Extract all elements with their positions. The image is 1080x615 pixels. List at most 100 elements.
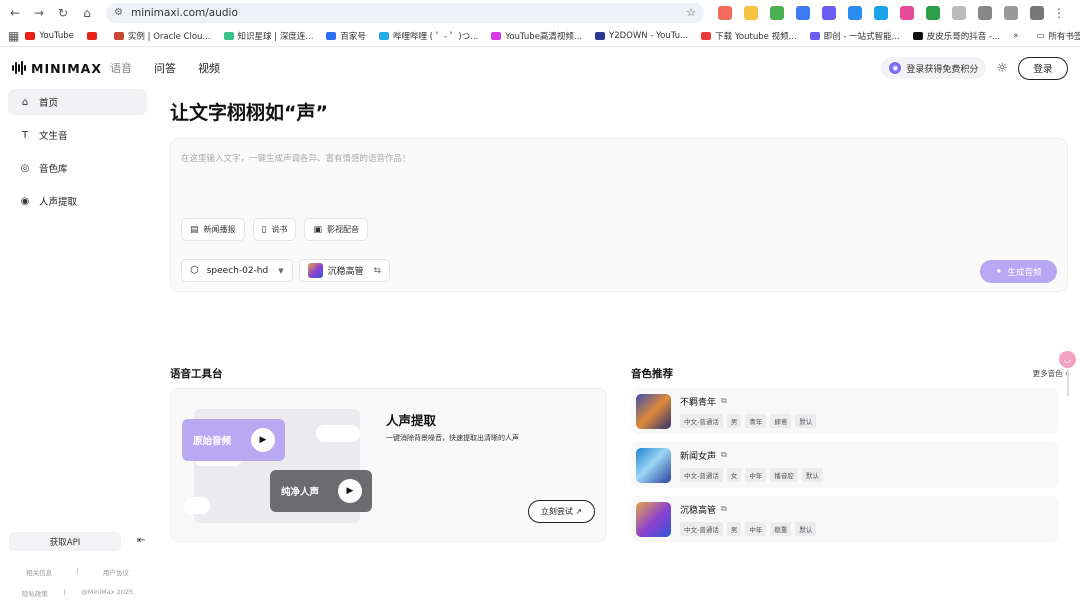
nav-video[interactable]: 视频	[198, 60, 220, 76]
pure-voice-card: 纯净人声 ▶	[270, 470, 372, 512]
voice-extraction-card[interactable]: 原始音频 ▶ 纯净人声 ▶ 人声提取 一键消除背景噪音，快速提取出清晰的人声 立…	[170, 388, 607, 542]
bookmark-item[interactable]: Y2DOWN - YouTu...	[595, 31, 688, 41]
preset-storytelling-button[interactable]: ▯ 说书	[252, 218, 297, 241]
bookmark-label: 实例 | Oracle Clou...	[127, 31, 211, 42]
sidebar-item-voice-extraction[interactable]: ◉ 人声提取	[8, 188, 147, 214]
preset-dubbing-button[interactable]: ▣ 影视配音	[304, 218, 368, 241]
bookmark-item[interactable]	[86, 31, 101, 40]
extension-icon[interactable]	[848, 5, 862, 20]
link-terms[interactable]: 用户协议	[103, 567, 129, 577]
top-nav: 语音 问答 视频	[110, 60, 220, 76]
voice-tag: 中文-普通话	[680, 413, 723, 428]
reload-icon[interactable]: ↻	[54, 4, 72, 22]
try-now-button[interactable]: 立刻尝试 ↗	[528, 500, 595, 523]
voice-tag: 稳重	[770, 521, 792, 536]
extension-icon[interactable]	[718, 5, 732, 20]
voice-card[interactable]: 不羁青年 ⧉ 中文-普通话 男 青年 肆意 默认	[631, 388, 1059, 434]
collapse-sidebar-icon[interactable]: ⇤	[137, 535, 145, 546]
scrollbar[interactable]	[1067, 370, 1069, 396]
text-editor[interactable]: 在这里输入文字，一键生成声调各异、富有情感的语音作品！ ▤ 新闻播报 ▯ 说书 …	[170, 138, 1068, 292]
extension-icon[interactable]	[900, 5, 914, 20]
bookmark-favicon-icon	[86, 31, 97, 40]
swap-icon: ⇆	[373, 265, 382, 276]
extension-icon[interactable]	[822, 5, 836, 20]
generate-audio-button[interactable]: ✦ 生成音频	[980, 260, 1057, 283]
sidebar-item-label: 人声提取	[39, 197, 78, 208]
voice-thumbnail	[636, 501, 671, 537]
back-icon[interactable]: ←	[6, 4, 24, 22]
voice-tag: 肆意	[770, 413, 792, 428]
bookmarks-overflow-icon[interactable]: »	[1013, 31, 1018, 41]
apps-grid-icon[interactable]: ▦	[8, 27, 19, 45]
link-info[interactable]: 相关信息	[26, 567, 52, 577]
voice-tags: 中文-普通话 女 中年 播音腔 默认	[680, 467, 823, 482]
extensions-puzzle-icon[interactable]	[978, 5, 992, 20]
more-voices-link[interactable]: 更多音色 ›	[1033, 368, 1068, 379]
extension-icon[interactable]	[874, 5, 888, 20]
play-icon[interactable]: ▶	[338, 479, 362, 503]
bookmark-item[interactable]: 百家号	[326, 30, 366, 42]
bookmark-favicon-icon	[378, 31, 389, 40]
forward-icon[interactable]: →	[30, 4, 48, 22]
minimax-logo[interactable]: MINIMAX	[12, 61, 102, 76]
preset-news-button[interactable]: ▤ 新闻播报	[181, 218, 245, 241]
sidebar-item-text-to-speech[interactable]: T 文生音	[8, 122, 147, 148]
voice-tag: 男	[726, 521, 742, 536]
bookmark-label: 下载 Youtube 视频...	[715, 31, 797, 42]
profile-avatar[interactable]	[1030, 5, 1044, 20]
menu-icon[interactable]: ⋮	[1050, 4, 1068, 22]
copy-icon[interactable]: ⧉	[721, 450, 727, 460]
bookmark-star-icon[interactable]: ☆	[686, 6, 696, 19]
voice-extraction-icon: ◉	[20, 195, 30, 207]
all-bookmarks[interactable]: 所有书签	[1048, 30, 1080, 42]
floating-assistant-icon[interactable]: ◡	[1059, 351, 1076, 368]
copy-icon[interactable]: ⧉	[721, 396, 727, 406]
bookmark-item[interactable]: 皮皮乐哥的抖音 -...	[912, 30, 1000, 42]
voice-card[interactable]: 沉稳高管 ⧉ 中文-普通话 男 中年 稳重 默认	[631, 496, 1059, 542]
model-select[interactable]: ⬡ speech-02-hd ▼	[181, 259, 293, 282]
reading-list-icon[interactable]	[1004, 5, 1018, 20]
voice-select[interactable]: 沉稳高管 ⇆	[298, 259, 391, 282]
copy-icon[interactable]: ⧉	[721, 504, 727, 514]
bookmark-item[interactable]: YouTube	[25, 31, 74, 41]
extension-icon[interactable]	[926, 5, 940, 20]
bookmark-label: 百家号	[340, 31, 366, 42]
extension-icon[interactable]	[770, 5, 784, 20]
bookmark-item[interactable]: 下载 Youtube 视频...	[701, 30, 797, 42]
folder-icon: ▭	[1036, 30, 1045, 41]
theme-toggle-icon[interactable]: ☼	[996, 61, 1008, 76]
link-privacy[interactable]: 隐私政策	[22, 588, 48, 598]
play-icon[interactable]: ▶	[251, 428, 275, 452]
bookmark-favicon-icon	[595, 31, 606, 40]
nav-qa[interactable]: 问答	[154, 60, 176, 76]
home-icon[interactable]: ⌂	[78, 4, 96, 22]
bookmark-item[interactable]: YouTube高清视频...	[491, 30, 582, 42]
sidebar-item-home[interactable]: ⌂ 首页	[8, 89, 147, 115]
bookmark-favicon-icon	[809, 31, 820, 40]
book-icon: ▯	[261, 224, 267, 235]
bookmark-item[interactable]: 实例 | Oracle Clou...	[113, 30, 211, 42]
site-settings-icon[interactable]: ⚙	[114, 7, 123, 18]
extension-icon[interactable]	[744, 5, 758, 20]
sidebar-item-voice-library[interactable]: ◎ 音色库	[8, 155, 147, 181]
voice-recommendations: 不羁青年 ⧉ 中文-普通话 男 青年 肆意 默认 新闻女声 ⧉ 中文-普通话 女…	[631, 388, 1059, 550]
voices-section-title: 音色推荐	[631, 368, 673, 380]
bookmark-item[interactable]: 即创 - 一站式智能...	[809, 30, 900, 42]
nav-voice[interactable]: 语音	[110, 60, 132, 76]
voice-thumbnail	[307, 263, 323, 278]
bookmark-favicon-icon	[25, 31, 36, 40]
login-button[interactable]: 登录	[1018, 56, 1068, 80]
get-api-button[interactable]: 获取API	[9, 532, 121, 551]
address-bar[interactable]: ⚙ minimaxi.com/audio ☆	[106, 2, 704, 23]
bookmark-item[interactable]: 哔哩哔哩 ( ゜- ゜)つ...	[378, 30, 478, 42]
voice-tag: 中文-普通话	[680, 521, 723, 536]
credits-icon: ◉	[889, 62, 902, 74]
bookmark-label: YouTube高清视频...	[505, 31, 583, 42]
extension-icon[interactable]	[952, 5, 966, 20]
bookmark-item[interactable]: 知识星球 | 深度连...	[223, 30, 313, 42]
voice-card[interactable]: 新闻女声 ⧉ 中文-普通话 女 中年 播音腔 默认	[631, 442, 1059, 488]
bookmark-favicon-icon	[701, 31, 712, 40]
extension-icon[interactable]	[796, 5, 810, 20]
free-credits-button[interactable]: ◉ 登录获得免费积分	[881, 57, 987, 79]
bookmark-favicon-icon	[491, 31, 502, 40]
